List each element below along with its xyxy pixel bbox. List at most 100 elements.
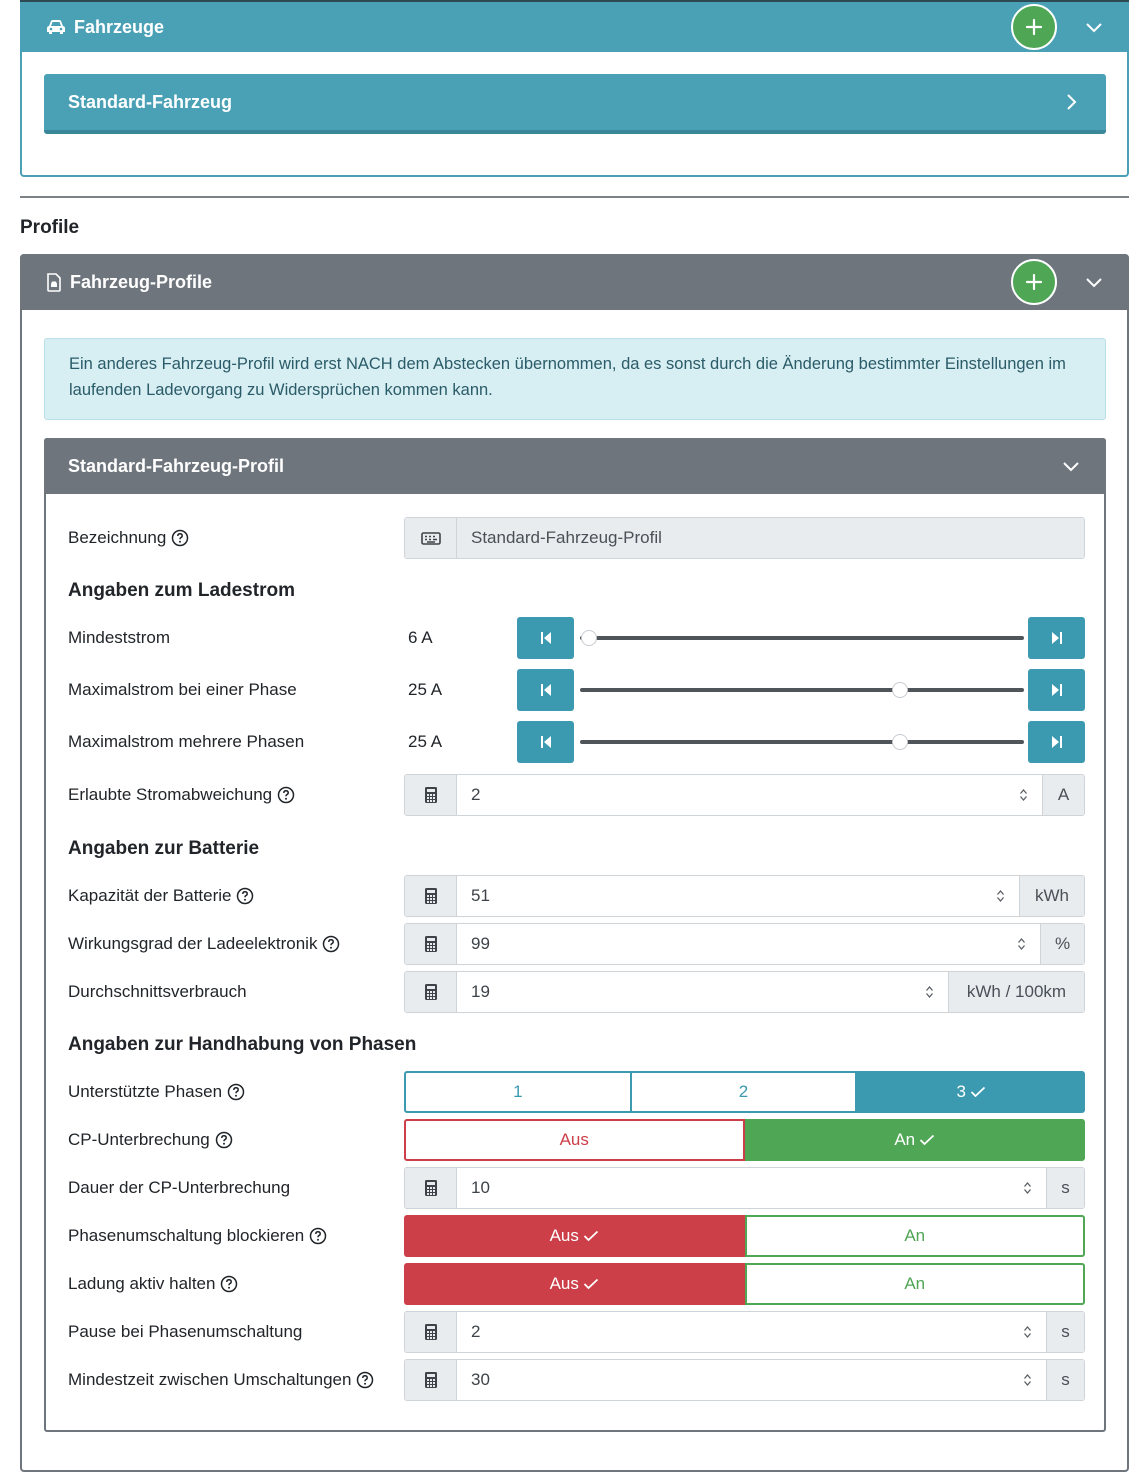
pause-field[interactable]: 2 s <box>404 1311 1085 1353</box>
name-input[interactable]: Standard-Fahrzeug-Profil <box>457 518 1084 558</box>
increase-button[interactable] <box>1028 617 1085 659</box>
car-icon <box>46 19 66 35</box>
spinner-icon[interactable] <box>1023 1181 1032 1195</box>
vehicle-item[interactable]: Standard-Fahrzeug <box>44 74 1106 134</box>
check-icon <box>920 1134 935 1146</box>
help-icon[interactable] <box>277 786 295 804</box>
max-one-phase-value: 25 A <box>408 680 443 699</box>
max-one-phase-slider[interactable] <box>580 682 1024 698</box>
keep-active-on-button[interactable]: An <box>744 1263 1085 1305</box>
chevron-right-icon <box>1062 93 1080 111</box>
skip-start-icon <box>540 684 551 696</box>
capacity-label: Kapazität der Batterie <box>68 875 254 917</box>
cp-duration-input[interactable]: 10 <box>457 1168 1046 1208</box>
chevron-down-icon[interactable] <box>1062 457 1080 475</box>
spinner-icon[interactable] <box>996 889 1005 903</box>
add-vehicle-button[interactable] <box>1011 4 1057 50</box>
min-current-label: Mindeststrom <box>68 628 171 647</box>
profile-card: Standard-Fahrzeug-Profil Bezeichnung Sta… <box>44 438 1106 1432</box>
phase-option-3[interactable]: 3 <box>857 1071 1086 1113</box>
cp-duration-field[interactable]: 10 s <box>404 1167 1085 1209</box>
name-label: Bezeichnung <box>68 517 189 559</box>
consumption-field[interactable]: 19 kWh / 100km <box>404 971 1085 1013</box>
deviation-field[interactable]: 2 A <box>404 774 1085 816</box>
help-icon[interactable] <box>227 1083 245 1101</box>
vehicles-header[interactable]: Fahrzeuge <box>20 0 1129 52</box>
profile-header[interactable]: Standard-Fahrzeug-Profil <box>44 438 1106 494</box>
phase-option-1[interactable]: 1 <box>404 1071 632 1113</box>
keep-active-label: Ladung aktiv halten <box>68 1263 238 1305</box>
add-profile-button[interactable] <box>1011 259 1057 305</box>
name-field[interactable]: Standard-Fahrzeug-Profil <box>404 517 1085 559</box>
skip-end-icon <box>1051 632 1062 644</box>
capacity-unit: kWh <box>1019 876 1084 916</box>
cp-interrupt-on-button[interactable]: An <box>744 1119 1085 1161</box>
slider-thumb[interactable] <box>580 630 597 646</box>
min-time-input[interactable]: 30 <box>457 1360 1046 1400</box>
block-switch-off-button[interactable]: Aus <box>404 1215 745 1257</box>
spinner-icon[interactable] <box>1023 1325 1032 1339</box>
battery-heading: Angaben zur Batterie <box>68 838 260 859</box>
calculator-icon <box>405 775 457 815</box>
cp-interrupt-label: CP-Unterbrechung <box>68 1119 233 1161</box>
pause-unit: s <box>1046 1312 1084 1352</box>
chevron-down-icon[interactable] <box>1085 18 1103 36</box>
help-icon[interactable] <box>322 935 340 953</box>
phase-option-2[interactable]: 2 <box>631 1071 858 1113</box>
capacity-input[interactable]: 51 <box>457 876 1019 916</box>
efficiency-field[interactable]: 99 % <box>404 923 1085 965</box>
spinner-icon[interactable] <box>1017 937 1026 951</box>
skip-start-icon <box>540 632 551 644</box>
deviation-input[interactable]: 2 <box>457 775 1042 815</box>
profiles-header[interactable]: Fahrzeug-Profile <box>20 254 1129 310</box>
keep-active-off-button[interactable]: Aus <box>404 1263 745 1305</box>
info-alert: Ein anderes Fahrzeug-Profil wird erst NA… <box>44 338 1106 420</box>
calculator-icon <box>405 1168 457 1208</box>
pause-input[interactable]: 2 <box>457 1312 1046 1352</box>
spinner-icon[interactable] <box>1019 788 1028 802</box>
profiles-card: Fahrzeug-Profile Ein anderes Fahrzeug-Pr… <box>20 254 1129 1472</box>
slider-thumb[interactable] <box>891 734 908 750</box>
decrease-button[interactable] <box>517 669 574 711</box>
help-icon[interactable] <box>309 1227 327 1245</box>
max-multi-phase-label: Maximalstrom mehrere Phasen <box>68 732 305 751</box>
min-time-field[interactable]: 30 s <box>404 1359 1085 1401</box>
help-icon[interactable] <box>236 887 254 905</box>
max-multi-phase-value: 25 A <box>408 732 443 751</box>
chevron-down-icon[interactable] <box>1085 273 1103 291</box>
vehicles-title: Fahrzeuge <box>74 16 165 37</box>
calculator-icon <box>405 924 457 964</box>
min-current-slider[interactable] <box>580 630 1024 646</box>
vehicle-item-label: Standard-Fahrzeug <box>68 91 233 112</box>
phases-heading: Angaben zur Handhabung von Phasen <box>68 1034 417 1055</box>
spinner-icon[interactable] <box>1023 1373 1032 1387</box>
section-divider <box>20 196 1129 198</box>
decrease-button[interactable] <box>517 617 574 659</box>
block-switch-group: Aus An <box>404 1215 1085 1257</box>
calculator-icon <box>405 972 457 1012</box>
cp-duration-unit: s <box>1046 1168 1084 1208</box>
increase-button[interactable] <box>1028 669 1085 711</box>
profiles-section-title: Profile <box>20 217 80 238</box>
help-icon[interactable] <box>220 1275 238 1293</box>
help-icon[interactable] <box>171 529 189 547</box>
max-one-phase-label: Maximalstrom bei einer Phase <box>68 680 297 699</box>
increase-button[interactable] <box>1028 721 1085 763</box>
cp-interrupt-off-button[interactable]: Aus <box>404 1119 745 1161</box>
max-multi-phase-slider[interactable] <box>580 734 1024 750</box>
capacity-field[interactable]: 51 kWh <box>404 875 1085 917</box>
deviation-unit: A <box>1042 775 1084 815</box>
help-icon[interactable] <box>356 1371 374 1389</box>
consumption-input[interactable]: 19 <box>457 972 948 1012</box>
block-switch-label: Phasenumschaltung blockieren <box>68 1215 327 1257</box>
plus-icon <box>1025 273 1043 291</box>
keyboard-icon <box>405 518 457 558</box>
profile-title: Standard-Fahrzeug-Profil <box>68 455 285 476</box>
efficiency-input[interactable]: 99 <box>457 924 1040 964</box>
help-icon[interactable] <box>215 1131 233 1149</box>
deviation-label: Erlaubte Stromabweichung <box>68 774 295 816</box>
spinner-icon[interactable] <box>925 985 934 999</box>
block-switch-on-button[interactable]: An <box>744 1215 1085 1257</box>
slider-thumb[interactable] <box>891 682 908 698</box>
decrease-button[interactable] <box>517 721 574 763</box>
